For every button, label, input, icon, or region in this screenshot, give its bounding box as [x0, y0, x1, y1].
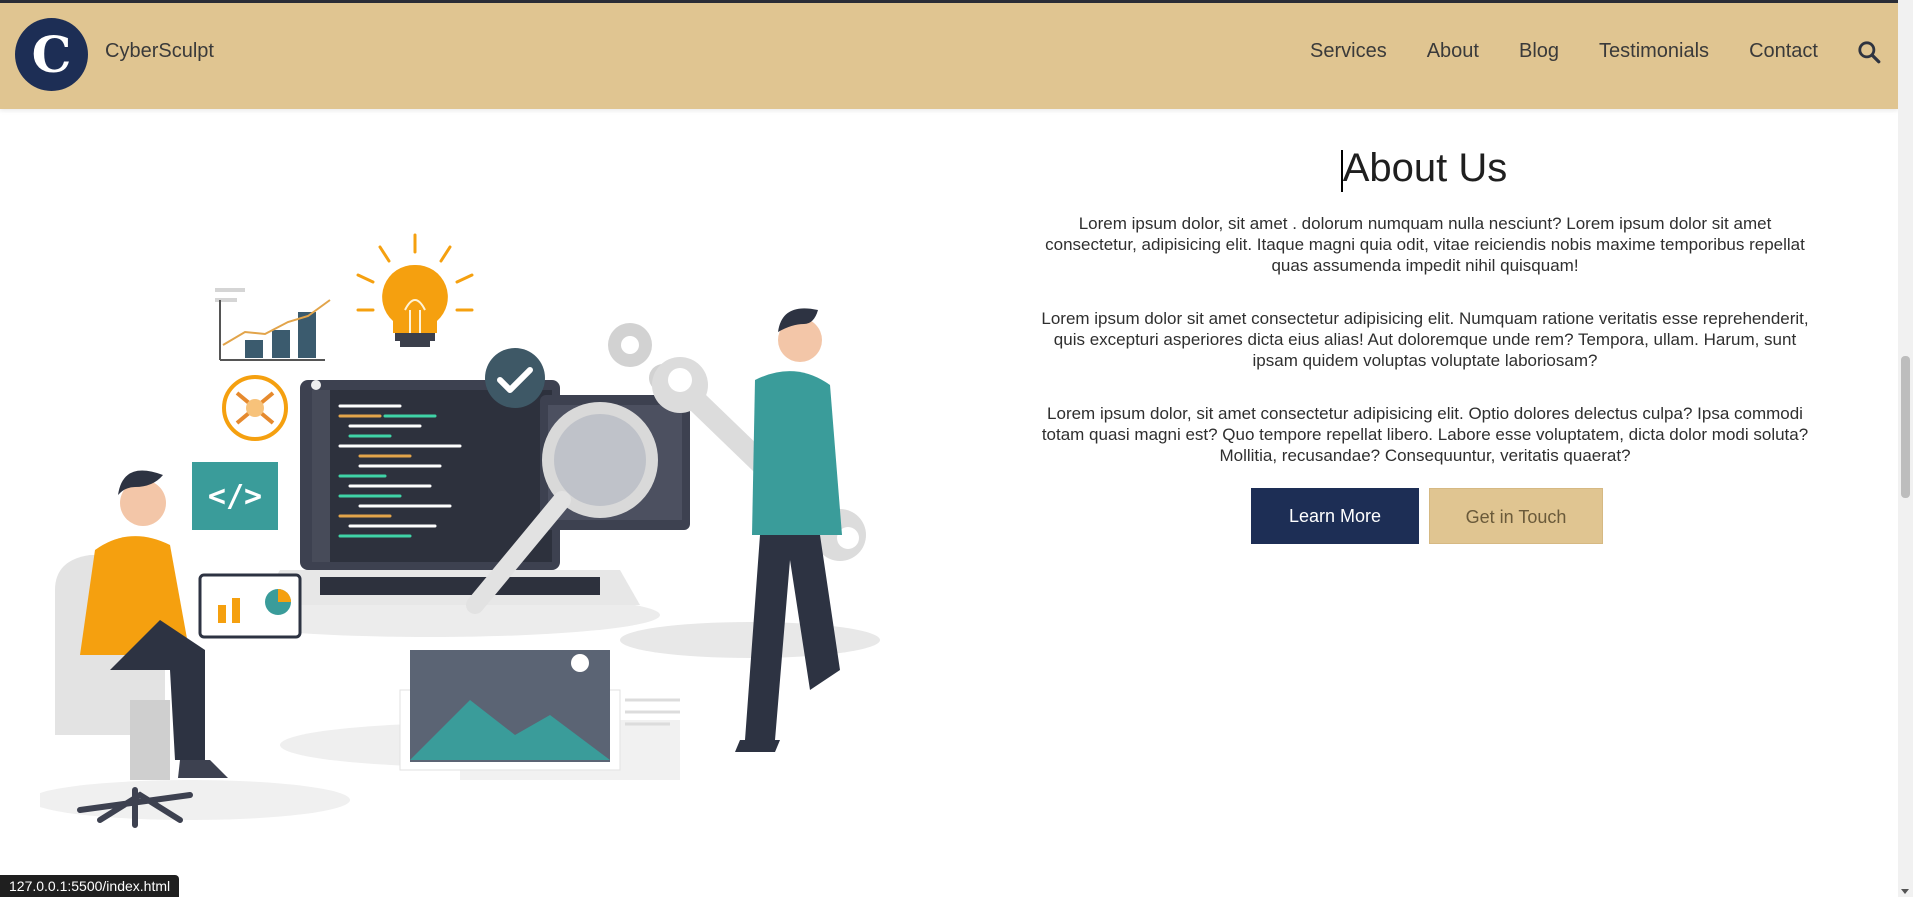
- floor-shadow-left: [40, 780, 350, 820]
- brand-name[interactable]: CyberSculpt: [105, 40, 214, 63]
- scrollbar-thumb[interactable]: [1901, 356, 1910, 498]
- bar-chart-icon: [215, 288, 331, 361]
- code-tag-text: </>: [208, 479, 262, 514]
- about-paragraph-1: Lorem ipsum dolor, sit amet . dolorum nu…: [1045, 214, 1805, 275]
- nav-link-about[interactable]: About: [1427, 40, 1479, 65]
- about-buttons: Learn More Get in Touch: [1014, 488, 1840, 544]
- about-paragraph-3: Lorem ipsum dolor, sit amet consectetur …: [1041, 404, 1809, 465]
- navbar: C CyberSculpt Services About Blog Testim…: [0, 3, 1898, 109]
- search-icon[interactable]: [1856, 39, 1882, 65]
- lightbulb-icon: [356, 233, 474, 347]
- about-title: About Us: [1340, 146, 1508, 192]
- get-in-touch-button[interactable]: Get in Touch: [1429, 488, 1603, 544]
- text-caret: [1340, 150, 1343, 192]
- nav-link-blog[interactable]: Blog: [1519, 40, 1559, 65]
- learn-more-button[interactable]: Learn More: [1251, 488, 1419, 544]
- standing-person: [735, 308, 842, 752]
- nav-link-services[interactable]: Services: [1310, 40, 1387, 65]
- nav-links: Services About Blog Testimonials Contact: [1310, 40, 1898, 65]
- check-badge-icon: [485, 348, 545, 408]
- about-paragraph-2: Lorem ipsum dolor sit amet consectetur a…: [1041, 309, 1809, 370]
- hero-illustration: </>: [40, 233, 880, 828]
- nav-link-testimonials[interactable]: Testimonials: [1599, 40, 1709, 65]
- about-section: About Us Lorem ipsum dolor, sit amet . d…: [1010, 146, 1840, 544]
- logo[interactable]: C: [15, 18, 88, 91]
- floor-shadow-right: [620, 622, 880, 658]
- process-icon: [222, 375, 288, 441]
- page-scrollbar[interactable]: [1898, 0, 1913, 897]
- code-tag-tile: </>: [192, 462, 278, 530]
- nav-link-contact[interactable]: Contact: [1749, 40, 1818, 65]
- status-bar-url: 127.0.0.1:5500/index.html: [0, 875, 180, 897]
- image-cards: [399, 650, 680, 780]
- scroll-down-arrow-icon[interactable]: [1901, 889, 1909, 894]
- tablet-chart: [198, 573, 302, 639]
